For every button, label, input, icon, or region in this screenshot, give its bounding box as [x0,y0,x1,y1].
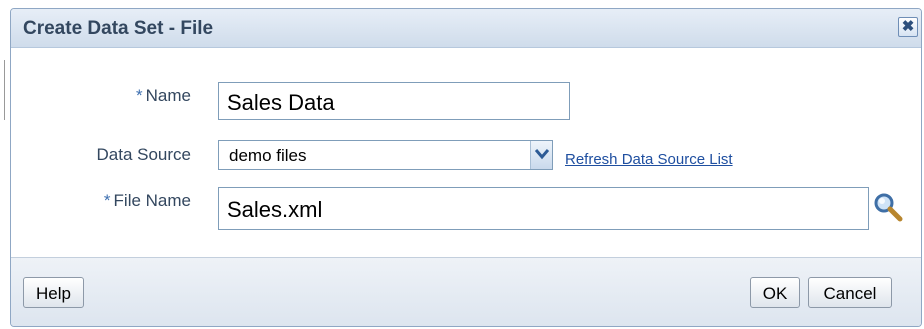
file-name-label: * File Name [71,191,191,211]
data-source-dropdown-button[interactable] [530,141,552,169]
dialog-footer: Help OK Cancel [11,257,921,326]
close-button[interactable]: ✖ [898,17,918,37]
search-icon [874,193,903,222]
dialog-title: Create Data Set - File [23,18,214,39]
refresh-data-source-link[interactable]: Refresh Data Source List [565,151,733,168]
data-source-value: demo files [229,146,307,165]
data-source-label: Data Source [96,145,192,164]
help-button[interactable]: Help [23,277,84,308]
data-source-select[interactable]: demo files [218,140,553,170]
file-name-label-text: File Name [113,191,191,210]
cancel-button[interactable]: Cancel [808,277,892,308]
name-label-text: Name [145,86,191,105]
close-icon: ✖ [901,18,915,35]
dialog-titlebar: Create Data Set - File ✖ [11,9,921,48]
divider [4,60,5,120]
name-label: * Name [111,86,191,106]
search-button[interactable] [873,192,903,222]
create-data-set-dialog: Create Data Set - File ✖ * Name Sales Dat… [10,8,922,327]
file-name-input[interactable]: Sales.xml [218,187,869,230]
required-marker: * [103,191,111,210]
required-marker: * [136,86,143,105]
name-input[interactable]: Sales Data [218,82,570,120]
chevron-down-icon [535,149,549,160]
name-input-value: Sales Data [227,90,335,115]
ok-button[interactable]: OK [750,277,800,308]
file-name-input-value: Sales.xml [227,197,323,222]
background-edge [0,8,10,327]
